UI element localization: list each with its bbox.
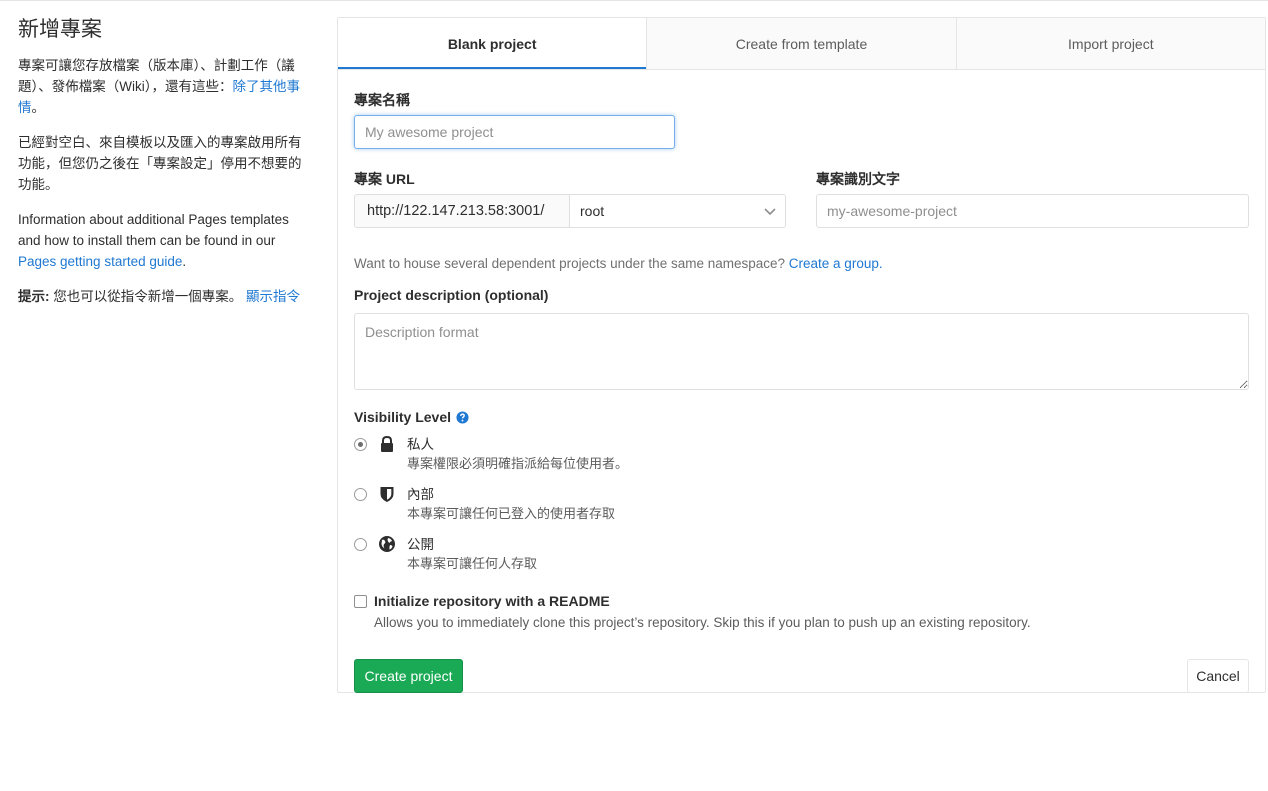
namespace-select[interactable]: root — [570, 194, 786, 228]
pages-paragraph: Information about additional Pages templ… — [18, 209, 308, 272]
private-text: 私人 專案權限必須明確指派給每位使用者。 — [407, 436, 628, 473]
tip-text: 您也可以從指令新增一個專案。 — [49, 289, 247, 304]
tab-create-from-template[interactable]: Create from template — [646, 18, 956, 69]
features-paragraph: 已經對空白、來自模板以及匯入的專案啟用所有功能，但您仍之後在「專案設定」停用不想… — [18, 135, 302, 192]
public-desc: 本專案可讓任何人存取 — [407, 556, 538, 571]
public-title: 公開 — [407, 537, 434, 552]
visibility-option-private[interactable]: 私人 專案權限必須明確指派給每位使用者。 — [354, 435, 628, 473]
help-icon[interactable] — [456, 410, 469, 424]
chevron-down-icon — [764, 208, 776, 216]
private-radio[interactable] — [354, 438, 367, 451]
pages-guide-link[interactable]: Pages getting started guide — [18, 254, 182, 269]
globe-icon — [379, 536, 395, 552]
tab-blank-project[interactable]: Blank project — [338, 18, 647, 69]
project-slug-label: 專案識別文字 — [816, 171, 900, 187]
create-group-link[interactable]: Create a group. — [789, 256, 883, 271]
sidebar-info: 新增專案 專案可讓您存放檔案（版本庫）、計劃工作（議題）、發佈檔案（Wiki），… — [18, 15, 308, 321]
internal-title: 內部 — [407, 487, 434, 502]
lock-icon — [381, 435, 393, 452]
project-url-label: 專案 URL — [354, 171, 415, 187]
project-slug-input[interactable] — [816, 194, 1249, 228]
readme-checkbox[interactable] — [354, 595, 367, 608]
public-text: 公開 本專案可讓任何人存取 — [407, 536, 537, 573]
intro-end: 。 — [31, 100, 46, 115]
internal-text: 內部 本專案可讓任何已登入的使用者存取 — [407, 486, 615, 523]
tab-import-project[interactable]: Import project — [955, 18, 1265, 69]
tip-paragraph: 提示: 您也可以從指令新增一個專案。 顯示指令 — [18, 286, 308, 307]
url-prefix: http://122.147.213.58:3001/ — [354, 194, 570, 228]
visibility-heading: Visibility Level — [354, 409, 469, 425]
project-name-input[interactable] — [354, 115, 675, 149]
internal-radio[interactable] — [354, 488, 367, 501]
public-radio[interactable] — [354, 538, 367, 551]
new-project-panel: Blank project Create from template Impor… — [337, 17, 1266, 693]
private-title: 私人 — [407, 437, 434, 452]
private-desc: 專案權限必須明確指派給每位使用者。 — [407, 456, 629, 471]
intro-paragraph: 專案可讓您存放檔案（版本庫）、計劃工作（議題）、發佈檔案（Wiki），還有這些：… — [18, 55, 308, 118]
page-title: 新增專案 — [18, 18, 102, 41]
group-help: Want to house several dependent projects… — [354, 256, 789, 271]
visibility-option-public[interactable]: 公開 本專案可讓任何人存取 — [354, 536, 537, 573]
visibility-label: Visibility Level — [354, 409, 452, 425]
pages-end: . — [182, 254, 187, 269]
visibility-option-internal[interactable]: 內部 本專案可讓任何已登入的使用者存取 — [354, 486, 615, 523]
namespace-value: root — [580, 203, 605, 219]
readme-help: Allows you to immediately clone this pro… — [374, 615, 1031, 630]
pages-text: Information about additional Pages templ… — [18, 212, 289, 248]
create-project-button[interactable]: Create project — [354, 659, 463, 693]
tip-label: 提示: — [18, 289, 50, 304]
readme-label[interactable]: Initialize repository with a README — [374, 593, 610, 609]
cancel-button[interactable]: Cancel — [1187, 659, 1249, 693]
show-command-link[interactable]: 顯示指令 — [246, 289, 300, 304]
description-label: Project description (optional) — [354, 287, 549, 303]
internal-desc: 本專案可讓任何已登入的使用者存取 — [407, 506, 616, 521]
project-tabs: Blank project Create from template Impor… — [338, 18, 1265, 70]
project-name-label: 專案名稱 — [354, 92, 410, 108]
group-help-text: Want to house several dependent projects… — [354, 256, 883, 271]
shield-icon — [380, 487, 394, 502]
description-textarea[interactable] — [354, 313, 1249, 390]
